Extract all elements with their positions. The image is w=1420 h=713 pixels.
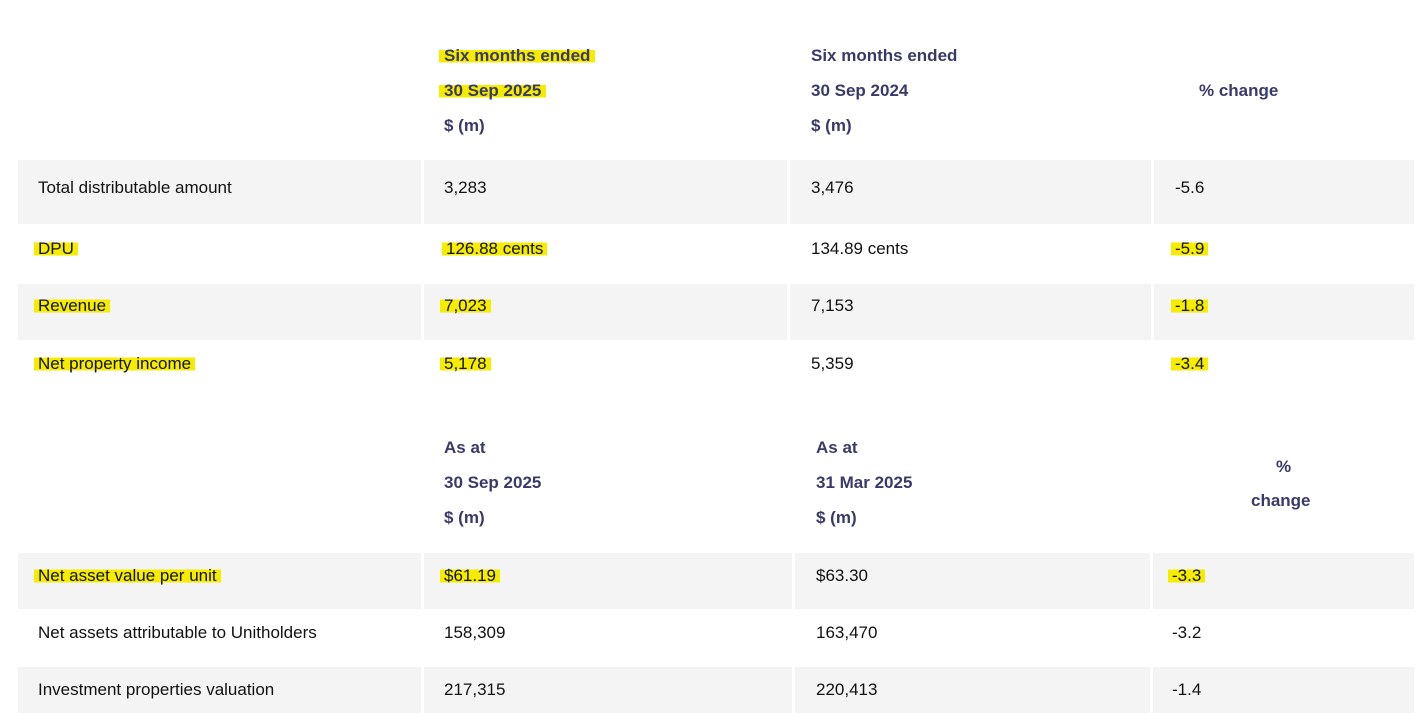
t1-col1-header-line3: $ (m) <box>444 116 485 135</box>
row-current-value: 158,309 <box>444 623 506 642</box>
t1-col2-header-line1: Six months ended <box>811 46 958 65</box>
row-current-value: 126.88 cents <box>442 239 548 259</box>
row-label: Net property income <box>34 354 196 374</box>
t2-col2-header-line2: 31 Mar 2025 <box>816 473 913 492</box>
row-current-value: $61.19 <box>440 566 500 586</box>
row-prior-value: 3,476 <box>811 178 854 197</box>
t2-col2-header-line1: As at <box>816 438 858 457</box>
row-label: DPU <box>34 239 78 259</box>
t1-col1-header-line2: 30 Sep 2025 <box>439 81 547 101</box>
t2-col3-header-line2: change <box>1251 491 1311 510</box>
financial-highlights-page: Six months ended 30 Sep 2025 $ (m) Six m… <box>0 0 1420 713</box>
row-change-value: -3.2 <box>1172 623 1202 642</box>
row-label: Investment properties valuation <box>38 680 275 699</box>
row-change-value: -3.4 <box>1171 354 1209 374</box>
row-prior-value: 7,153 <box>811 296 854 315</box>
row-current-value: 7,023 <box>440 296 491 316</box>
row-label: Net assets attributable to Unitholders <box>38 623 317 642</box>
t2-col1-header-line3: $ (m) <box>444 508 485 527</box>
row-prior-value: 220,413 <box>816 680 878 699</box>
t2-col2-header-line3: $ (m) <box>816 508 857 527</box>
row-prior-value: $63.30 <box>816 566 868 585</box>
t2-col3-header-line1: % <box>1276 457 1292 476</box>
row-current-value: 217,315 <box>444 680 506 699</box>
t2-col1-header-line1: As at <box>444 438 486 457</box>
t1-col3-header: % change <box>1199 81 1279 100</box>
row-change-value: -1.8 <box>1171 296 1209 316</box>
row-change-value: -3.3 <box>1168 566 1206 586</box>
row-change-value: -5.9 <box>1171 239 1209 259</box>
row-prior-value: 163,470 <box>816 623 878 642</box>
t1-col2-header-line2: 30 Sep 2024 <box>811 81 909 100</box>
row-prior-value: 5,359 <box>811 354 854 373</box>
row-label: Net asset value per unit <box>34 566 221 586</box>
row-change-value: -5.6 <box>1175 178 1205 197</box>
t1-col1-header-line1: Six months ended <box>439 46 596 66</box>
row-prior-value: 134.89 cents <box>811 239 909 258</box>
t2-col1-header-line2: 30 Sep 2025 <box>444 473 542 492</box>
row-change-value: -1.4 <box>1172 680 1202 699</box>
row-label: Total distributable amount <box>38 178 232 197</box>
row-current-value: 5,178 <box>440 354 491 374</box>
row-label: Revenue <box>34 296 111 316</box>
row-current-value: 3,283 <box>444 178 487 197</box>
t1-col2-header-line3: $ (m) <box>811 116 852 135</box>
